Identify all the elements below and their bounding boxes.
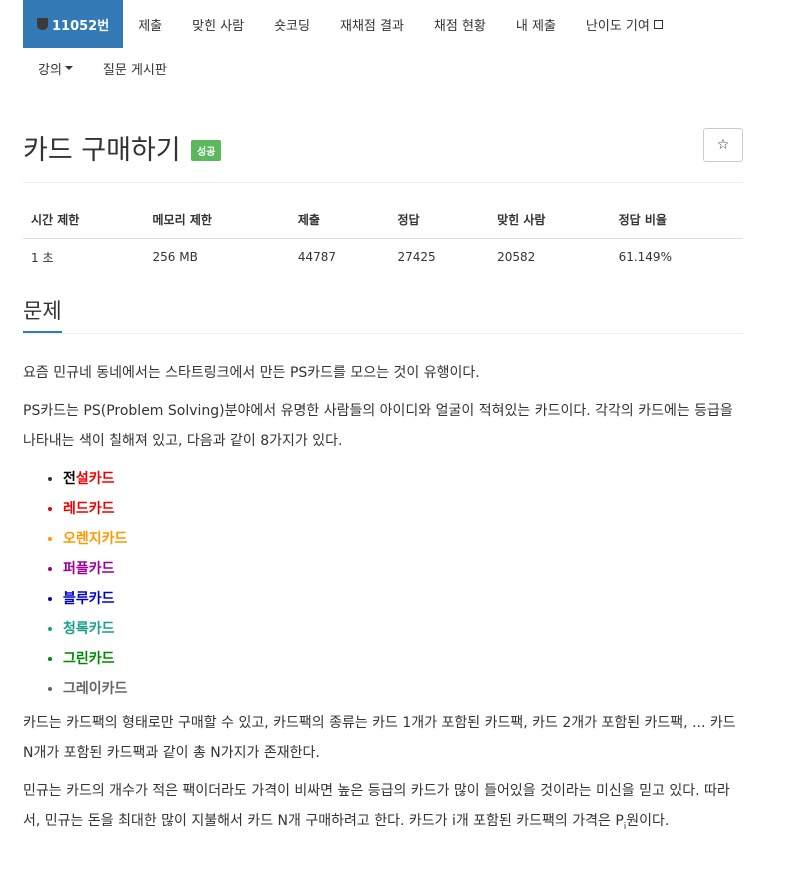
value-accept-ratio: 61.149%	[618, 250, 672, 264]
list-item: 청록카드	[63, 614, 745, 644]
nav-lectures-label: 강의	[38, 62, 62, 78]
problem-nav: 11052번 제출 맞힌 사람 숏코딩 재채점 결과 채점 현황 내 제출 난이…	[23, 0, 743, 88]
header-time-limit: 시간 제한	[23, 200, 145, 239]
section-title: 문제	[23, 295, 62, 333]
header-solved-users: 맞힌 사람	[489, 200, 611, 239]
nav-rejudge-results[interactable]: 재채점 결과	[325, 0, 419, 48]
legend-card-part2: 설카드	[75, 471, 115, 487]
header-memory-limit: 메모리 제한	[144, 200, 290, 239]
value-submissions: 44787	[297, 250, 337, 264]
card-list: 전설카드 레드카드 오렌지카드 퍼플카드 블루카드 청록카드 그린카드 그레이카…	[23, 464, 745, 704]
nav-short-coding[interactable]: 숏코딩	[259, 0, 325, 48]
nav-difficulty-contribution[interactable]: 난이도 기여	[571, 0, 678, 48]
problem-title: 카드 구매하기	[23, 135, 181, 166]
favorite-button[interactable]: ☆	[703, 128, 743, 162]
nav-solved-users[interactable]: 맞힌 사람	[177, 0, 259, 48]
nav-lectures-dropdown[interactable]: 강의	[23, 48, 88, 88]
problem-header: 카드 구매하기 성공 ☆	[23, 128, 743, 183]
problem-description: 요즘 민규네 동네에서는 스타트링크에서 만든 PS카드를 모으는 것이 유행이…	[23, 358, 745, 850]
list-item: 전설카드	[63, 464, 745, 494]
nav-judge-status[interactable]: 채점 현황	[419, 0, 501, 48]
legend-card-part1: 전	[63, 471, 76, 487]
list-item: 그레이카드	[63, 674, 745, 704]
external-link-icon	[653, 19, 663, 29]
table-row: 1 초 256 MB 44787 27425 20582 61.149%	[23, 239, 743, 276]
description-paragraph-4: 민규는 카드의 개수가 적은 팩이더라도 가격이 비싸면 높은 등급의 카드가 …	[23, 776, 745, 842]
list-item: 레드카드	[63, 494, 745, 524]
header-accept-ratio: 정답 비율	[610, 200, 743, 239]
list-item: 퍼플카드	[63, 554, 745, 584]
value-accepted: 27425	[397, 250, 436, 264]
list-item: 그린카드	[63, 644, 745, 674]
nav-problem-id[interactable]: 11052번	[23, 0, 124, 48]
nav-question-board[interactable]: 질문 게시판	[88, 48, 182, 88]
nav-submit[interactable]: 제출	[123, 0, 177, 48]
problem-id-label: 11052번	[52, 18, 110, 34]
nav-my-submissions[interactable]: 내 제출	[501, 0, 571, 48]
problem-section-header: 문제	[23, 293, 743, 334]
value-time-limit: 1 초	[31, 250, 54, 265]
value-solved-users: 20582	[497, 250, 536, 264]
table-header-row: 시간 제한 메모리 제한 제출 정답 맞힌 사람 정답 비율	[23, 200, 743, 239]
caret-down-icon	[64, 66, 73, 70]
list-item: 블루카드	[63, 584, 745, 614]
header-submissions: 제출	[289, 200, 390, 239]
value-memory-limit: 256 MB	[152, 250, 198, 264]
status-badge: 성공	[191, 140, 222, 161]
list-item: 오렌지카드	[63, 524, 745, 554]
description-paragraph-3: 카드는 카드팩의 형태로만 구매할 수 있고, 카드팩의 종류는 카드 1개가 …	[23, 715, 736, 761]
paragraph-4-end: 원이다.	[626, 813, 670, 829]
tier-badge-icon	[37, 18, 48, 30]
description-paragraph-2: PS카드는 PS(Problem Solving)분야에서 유명한 사람들의 아…	[23, 403, 733, 449]
problem-info-table: 시간 제한 메모리 제한 제출 정답 맞힌 사람 정답 비율 1 초 256 M…	[23, 200, 743, 275]
header-accepted: 정답	[389, 200, 490, 239]
nav-difficulty-label: 난이도 기여	[585, 18, 650, 34]
star-icon: ☆	[716, 137, 730, 153]
description-paragraph-1: 요즘 민규네 동네에서는 스타트링크에서 만든 PS카드를 모으는 것이 유행이…	[23, 365, 480, 381]
